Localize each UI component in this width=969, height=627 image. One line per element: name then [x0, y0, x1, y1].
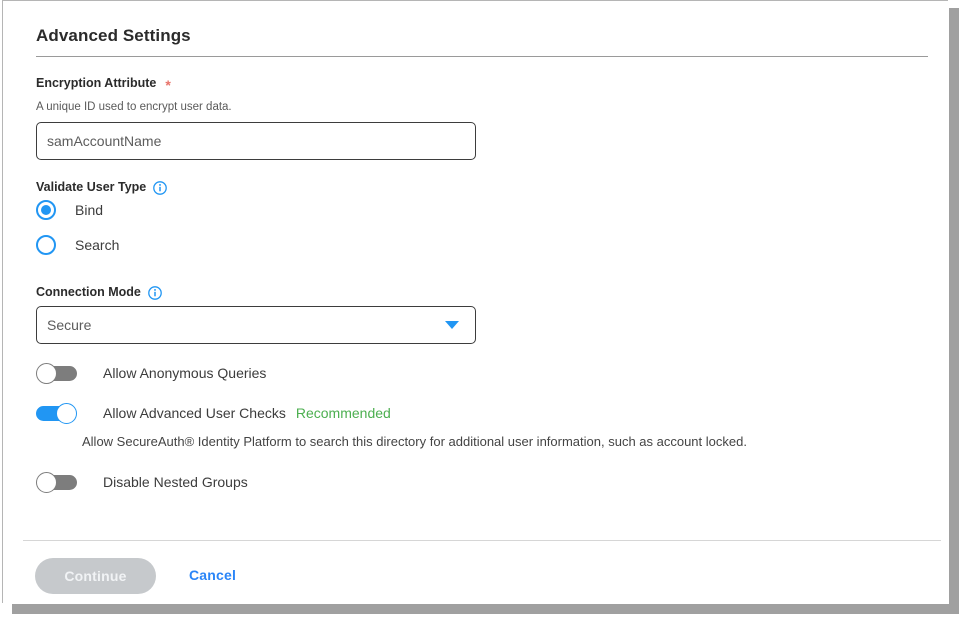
- toggle-knob: [36, 472, 57, 493]
- screenshot-viewport: Advanced Settings Encryption Attribute *…: [0, 0, 969, 627]
- footer-divider: [23, 540, 941, 541]
- encryption-attribute-label: Encryption Attribute *: [36, 76, 171, 90]
- toggle-description-allow-advanced-user-checks: Allow SecureAuth® Identity Platform to s…: [82, 434, 747, 449]
- toggle-row-allow-advanced-user-checks[interactable]: Allow Advanced User Checks Recommended: [36, 401, 391, 425]
- validate-user-type-label: Validate User Type: [36, 180, 167, 194]
- toggle-switch-allow-advanced-user-checks[interactable]: [36, 403, 77, 424]
- required-asterisk: *: [165, 78, 170, 92]
- advanced-settings-card: Advanced Settings Encryption Attribute *…: [2, 0, 948, 603]
- chevron-down-icon[interactable]: [445, 321, 459, 329]
- toggle-switch-allow-anonymous-queries[interactable]: [36, 363, 77, 384]
- connection-mode-label-text: Connection Mode: [36, 285, 141, 299]
- encryption-attribute-hint: A unique ID used to encrypt user data.: [36, 101, 232, 113]
- toggle-switch-disable-nested-groups[interactable]: [36, 472, 77, 493]
- info-circle-icon[interactable]: [153, 181, 167, 195]
- toggle-label-disable-nested-groups: Disable Nested Groups: [103, 474, 248, 490]
- continue-button[interactable]: Continue: [35, 558, 156, 594]
- toggle-label-allow-anonymous-queries: Allow Anonymous Queries: [103, 365, 266, 381]
- validate-user-type-label-text: Validate User Type: [36, 180, 146, 194]
- encryption-attribute-input[interactable]: [36, 122, 476, 160]
- toggle-row-allow-anonymous-queries[interactable]: Allow Anonymous Queries: [36, 361, 266, 385]
- toggle-knob: [56, 403, 77, 424]
- radio-label-bind: Bind: [75, 202, 103, 218]
- radio-label-search: Search: [75, 237, 119, 253]
- title-divider: [36, 56, 928, 57]
- card-shadow-right: [949, 8, 959, 614]
- toggle-row-disable-nested-groups[interactable]: Disable Nested Groups: [36, 470, 248, 494]
- info-circle-icon[interactable]: [148, 286, 162, 300]
- radio-option-search[interactable]: Search: [36, 234, 119, 256]
- radio-indicator-bind[interactable]: [36, 200, 56, 220]
- radio-option-bind[interactable]: Bind: [36, 199, 103, 221]
- toggle-knob: [36, 363, 57, 384]
- cancel-button[interactable]: Cancel: [189, 567, 236, 583]
- recommended-badge: Recommended: [296, 405, 391, 421]
- radio-indicator-search[interactable]: [36, 235, 56, 255]
- encryption-attribute-label-text: Encryption Attribute: [36, 76, 156, 90]
- connection-mode-selected-value: Secure: [47, 317, 445, 333]
- connection-mode-select[interactable]: Secure: [36, 306, 476, 344]
- page-title: Advanced Settings: [36, 26, 191, 46]
- connection-mode-label: Connection Mode: [36, 285, 162, 299]
- card-shadow-bottom: [12, 604, 959, 614]
- toggle-label-allow-advanced-user-checks: Allow Advanced User Checks: [103, 405, 286, 421]
